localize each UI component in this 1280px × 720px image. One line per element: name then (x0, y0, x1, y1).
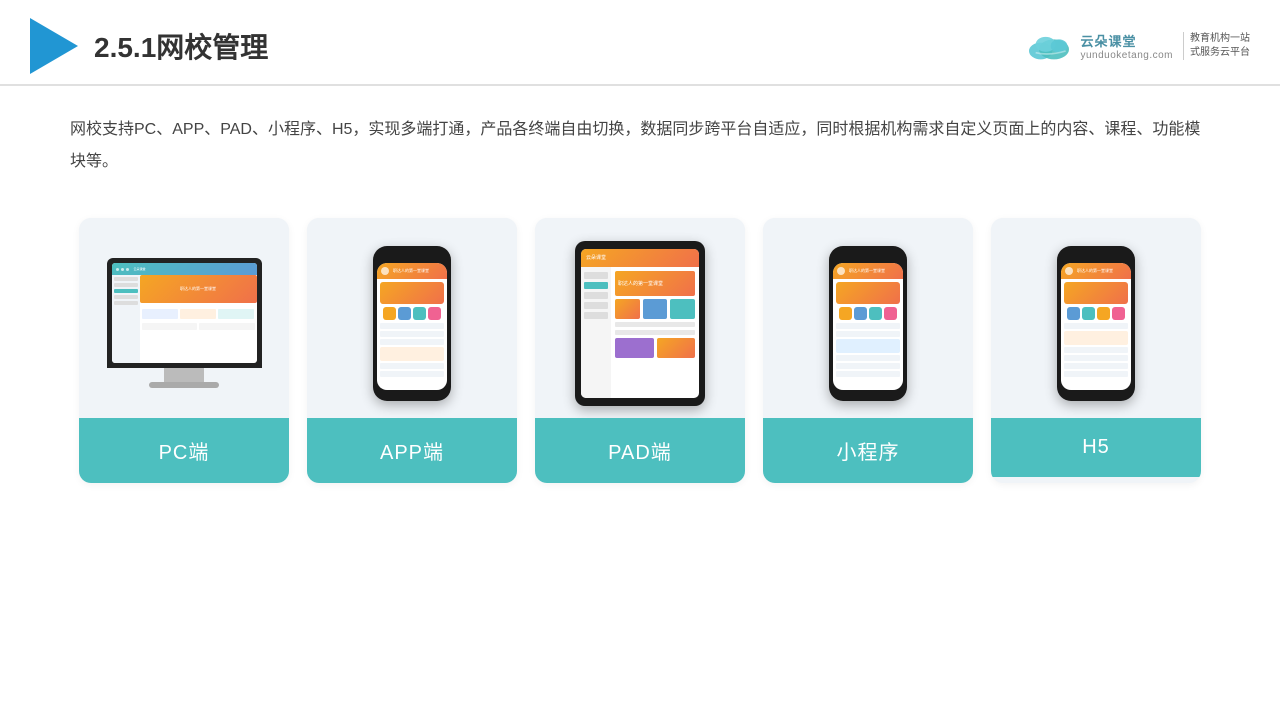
phone-icon-app: 职达人的第一堂课堂 (373, 246, 451, 401)
card-image-pad: 云朵课堂 职达人的第一堂课堂 (535, 218, 745, 418)
logo-triangle-icon (30, 18, 78, 74)
card-app: 职达人的第一堂课堂 (307, 218, 517, 483)
brand-icon: 云朵课堂 yunduoketang.com 教育机构一站 式服务云平台 (1024, 31, 1250, 61)
brand-url: yunduoketang.com (1080, 50, 1173, 61)
pc-monitor-icon: 云朵课堂 (107, 258, 262, 388)
cloud-icon (1024, 31, 1074, 61)
card-image-app: 职达人的第一堂课堂 (307, 218, 517, 418)
brand-name: 云朵课堂 (1080, 31, 1136, 50)
card-image-miniprogram: 职达人的第一堂课堂 (763, 218, 973, 418)
page-title: 2.5.1网校管理 (94, 26, 268, 66)
card-image-h5: 职达人的第一堂课堂 (991, 218, 1201, 418)
header-right: 云朵课堂 yunduoketang.com 教育机构一站 式服务云平台 (1024, 31, 1250, 61)
card-label-pad: PAD端 (535, 418, 745, 483)
card-image-pc: 云朵课堂 (79, 218, 289, 418)
tablet-icon-pad: 云朵课堂 职达人的第一堂课堂 (575, 241, 705, 406)
card-label-h5: H5 (991, 418, 1201, 477)
cards-container: 云朵课堂 (0, 188, 1280, 513)
card-pad: 云朵课堂 职达人的第一堂课堂 (535, 218, 745, 483)
brand-logo: 云朵课堂 yunduoketang.com 教育机构一站 式服务云平台 (1024, 31, 1250, 61)
header-left: 2.5.1网校管理 (30, 18, 268, 74)
card-label-pc: PC端 (79, 418, 289, 483)
card-pc: 云朵课堂 (79, 218, 289, 483)
card-label-app: APP端 (307, 418, 517, 483)
card-h5: 职达人的第一堂课堂 (991, 218, 1201, 483)
description-text: 网校支持PC、APP、PAD、小程序、H5，实现多端打通，产品各终端自由切换，数… (0, 86, 1280, 188)
phone-icon-miniprogram: 职达人的第一堂课堂 (829, 246, 907, 401)
card-miniprogram: 职达人的第一堂课堂 (763, 218, 973, 483)
header: 2.5.1网校管理 云朵课堂 yunduoketang.com 教育机构一站 式… (0, 0, 1280, 86)
phone-icon-h5: 职达人的第一堂课堂 (1057, 246, 1135, 401)
brand-tagline: 教育机构一站 式服务云平台 (1183, 32, 1250, 60)
card-label-miniprogram: 小程序 (763, 418, 973, 483)
